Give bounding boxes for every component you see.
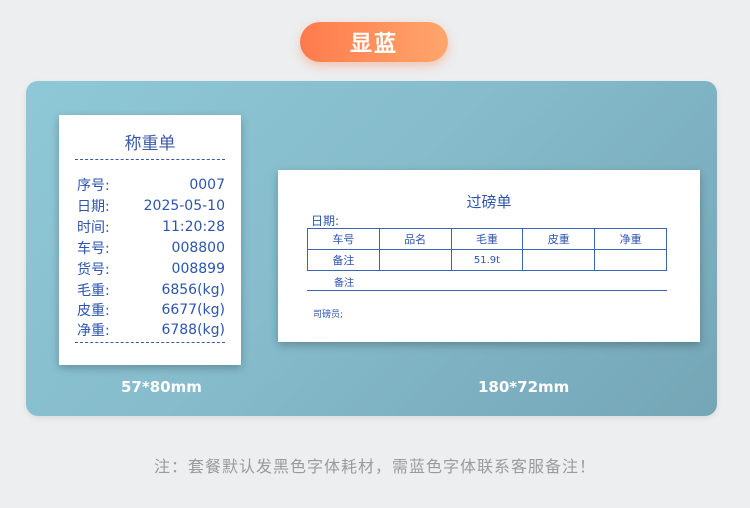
- table-header-row: 车号 品名 毛重 皮重 净重: [307, 228, 667, 250]
- table-header-cell: 车号: [307, 228, 380, 250]
- receipt-row-value: 6856(kg): [161, 282, 225, 298]
- receipt-row-tare: 皮重: 6677(kg): [77, 300, 225, 320]
- receipt-57mm-sample: 称重单 序号: 0007 日期: 2025-05-10 时间: 11:20:28…: [59, 115, 241, 365]
- ticket-weigher-label: 司磅员;: [313, 310, 344, 320]
- receipt-row-label: 货号:: [77, 262, 110, 278]
- ticket-180mm-sample: 过磅单 日期: 车号 品名 毛重 皮重 净重 备注 51.9t 备注 司磅员;: [278, 170, 700, 342]
- receipt-row-value: 6677(kg): [161, 302, 225, 318]
- table-cell: 备注: [307, 249, 380, 271]
- table-row: 备注 51.9t: [307, 249, 667, 271]
- receipt-row-value: 0007: [189, 177, 225, 193]
- size-label-180mm: 180*72mm: [478, 378, 570, 396]
- receipt-row-label: 时间:: [77, 220, 110, 236]
- ticket-title: 过磅单: [466, 193, 512, 211]
- ticket-date-label: 日期:: [311, 214, 340, 228]
- receipt-row-label: 皮重:: [77, 303, 110, 319]
- table-header-cell: 毛重: [450, 228, 524, 250]
- table-header-cell: 品名: [378, 228, 452, 250]
- receipt-row-vehicle: 车号: 008800: [77, 238, 225, 258]
- receipt-row-label: 毛重:: [77, 283, 110, 299]
- table-cell: [378, 249, 452, 271]
- receipt-row-label: 日期:: [77, 199, 110, 215]
- receipt-row-gross: 毛重: 6856(kg): [77, 280, 225, 300]
- table-cell: [522, 249, 596, 271]
- ticket-remark-label: 备注: [334, 278, 354, 289]
- size-label-57mm: 57*80mm: [121, 378, 202, 396]
- table-cell: 51.9t: [450, 249, 524, 271]
- receipt-row-net: 净重: 6788(kg): [77, 320, 225, 340]
- receipt-row-value: 6788(kg): [161, 322, 225, 338]
- receipt-divider-top: [75, 159, 225, 160]
- receipt-row-label: 序号:: [77, 178, 110, 194]
- receipt-row-value: 008800: [171, 240, 225, 256]
- ticket-divider: [307, 290, 667, 291]
- receipt-row-label: 车号:: [77, 241, 110, 257]
- receipt-row-date: 日期: 2025-05-10: [77, 196, 225, 216]
- ticket-table: 车号 品名 毛重 皮重 净重 备注 51.9t: [307, 228, 667, 271]
- receipt-divider-bottom: [75, 342, 225, 343]
- receipt-row-goods: 货号: 008899: [77, 259, 225, 279]
- table-header-cell: 净重: [594, 228, 667, 250]
- table-cell: [594, 249, 667, 271]
- receipt-title: 称重单: [124, 134, 176, 154]
- table-header-cell: 皮重: [522, 228, 596, 250]
- receipt-row-value: 2025-05-10: [143, 198, 225, 214]
- receipt-row-value: 008899: [171, 261, 225, 277]
- receipt-row-value: 11:20:28: [162, 219, 225, 235]
- receipt-row-label: 净重:: [77, 323, 110, 339]
- color-option-badge: 显蓝: [300, 22, 448, 62]
- footer-note: 注：套餐默认发黑色字体耗材，需蓝色字体联系客服备注！: [153, 457, 596, 476]
- receipt-row-time: 时间: 11:20:28: [77, 217, 225, 237]
- receipt-row-serial: 序号: 0007: [77, 175, 225, 195]
